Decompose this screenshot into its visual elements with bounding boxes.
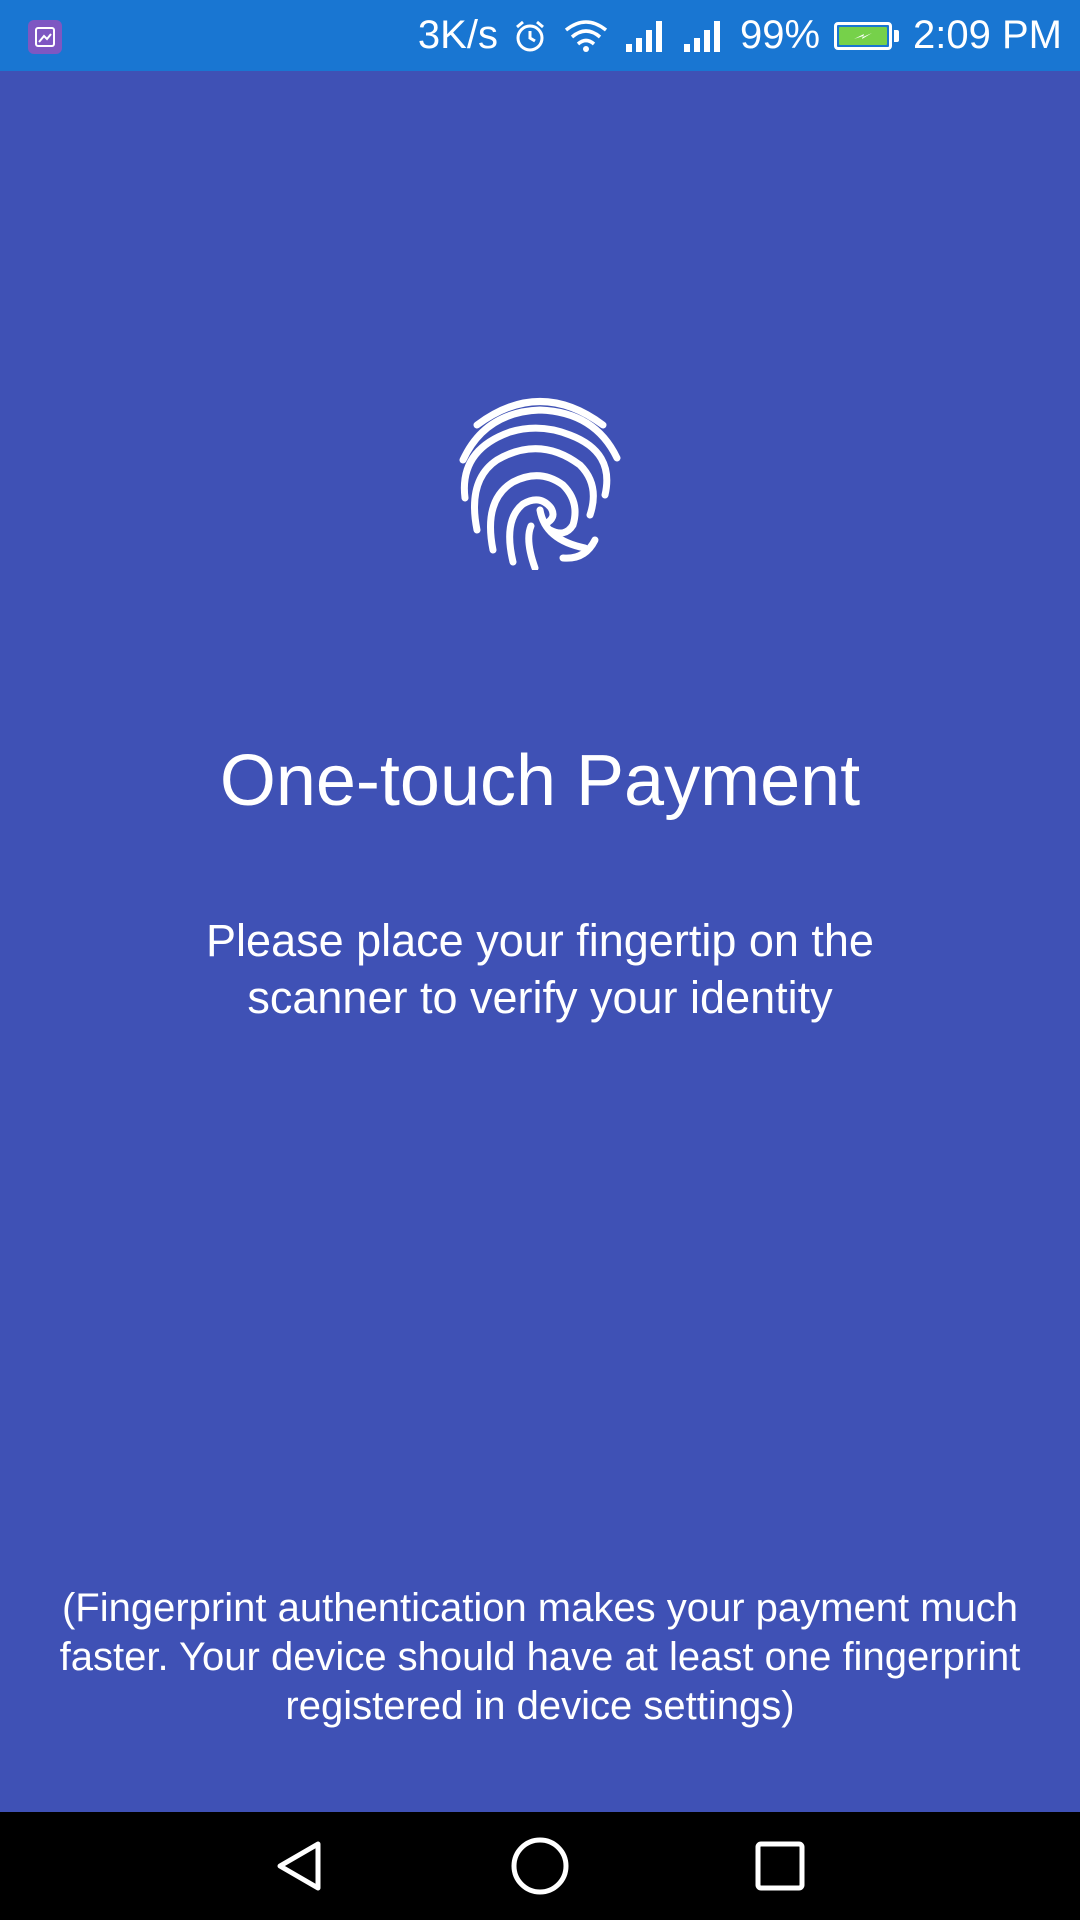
back-icon [277,1841,321,1891]
gallery-icon [28,20,62,54]
home-button[interactable] [480,1812,600,1920]
signal-icon [682,18,726,54]
clock: 2:09 PM [913,13,1062,57]
navigation-bar [0,1812,1080,1920]
footnote-text: (Fingerprint authentication makes your p… [59,1586,1021,1728]
battery-charging-icon [834,21,900,50]
recent-apps-button[interactable] [720,1812,840,1920]
fingerprint-icon [455,390,625,572]
screen: 3K/s 99% 2:09 PM One-touch Payment Pleas… [0,0,1080,1920]
status-bar: 3K/s 99% 2:09 PM [0,0,1080,71]
battery-percent: 99% [739,13,821,57]
alarm-icon [512,18,548,54]
page-title: One-touch Payment [219,741,861,821]
status-icons: 3K/s 99% 2:09 PM [418,0,1062,71]
signal-icon [624,18,668,54]
recent-apps-icon [755,1841,805,1891]
wifi-icon [562,18,610,54]
instruction-text: Please place your fingertip on the scann… [206,915,874,1023]
back-button[interactable] [240,1812,360,1920]
home-icon [511,1837,569,1895]
network-speed: 3K/s [417,13,498,57]
